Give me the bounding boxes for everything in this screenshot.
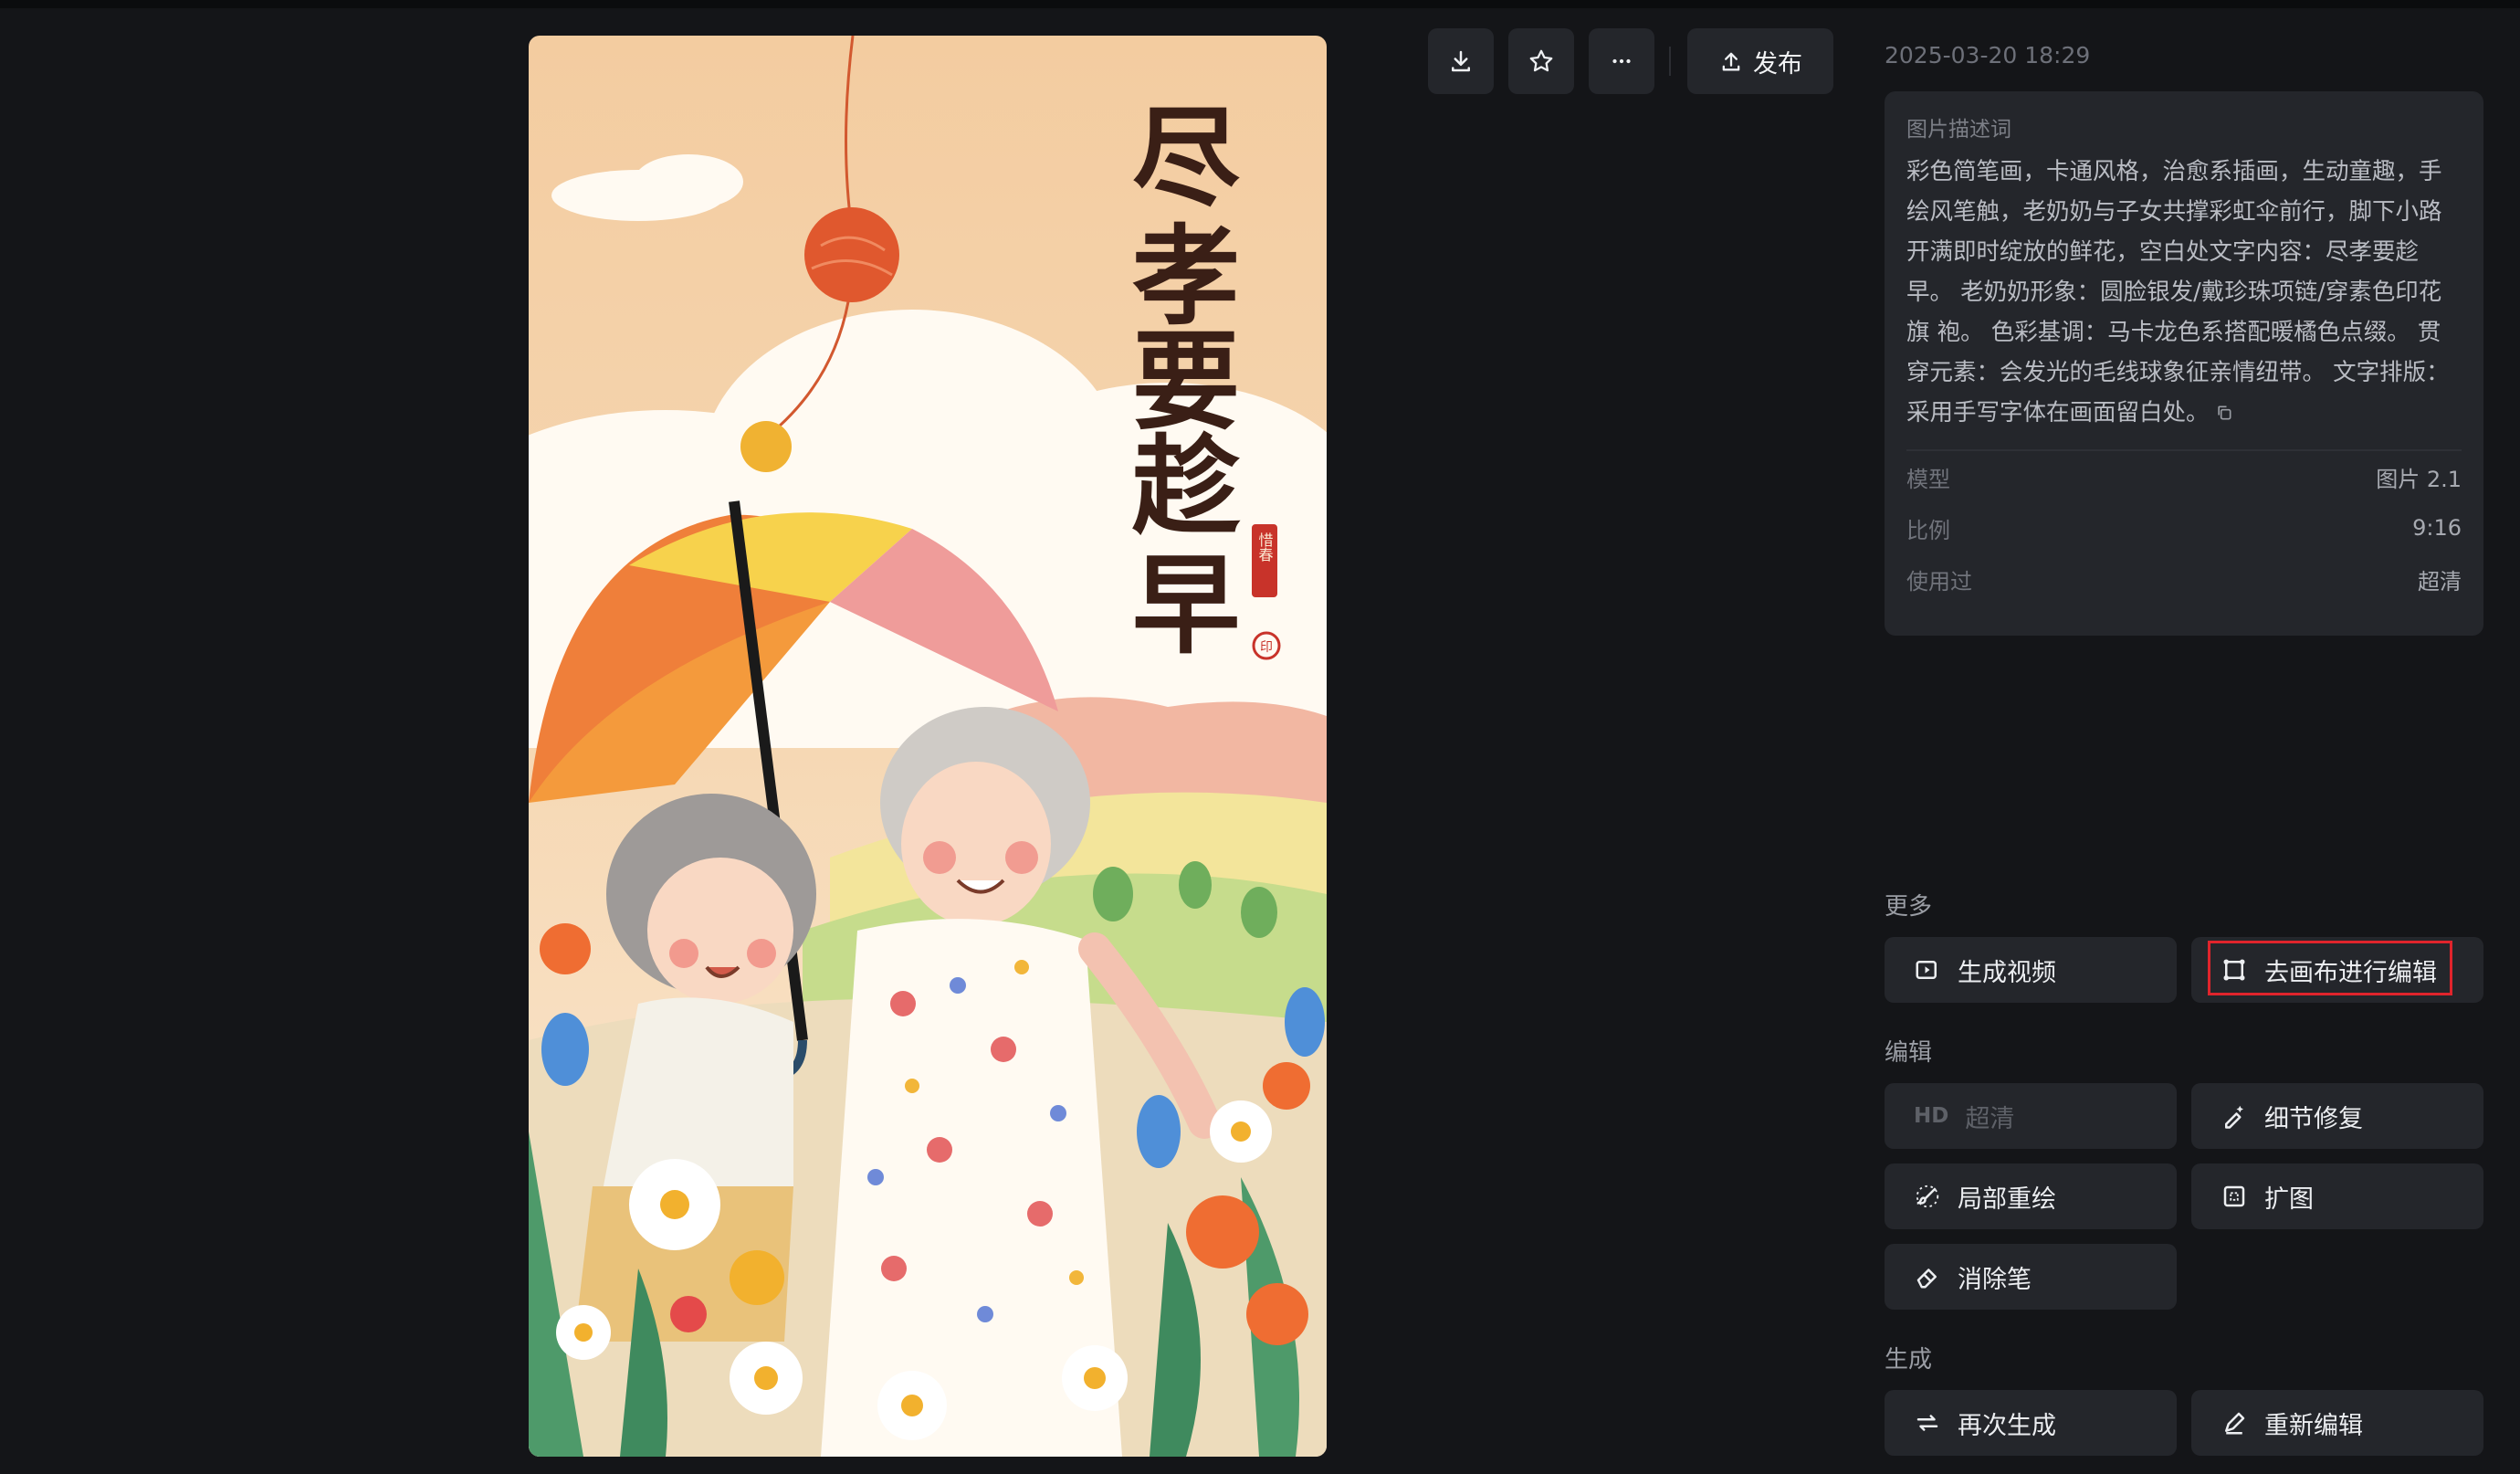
inpaint-label: 局部重绘 — [1958, 1184, 2056, 1214]
eraser-button[interactable]: 消除笔 — [1885, 1244, 2177, 1310]
description-body: 彩色简笔画，卡通风格，治愈系插画，生动童趣，手绘风笔触，老奶奶与子女共撑彩虹伞前… — [1906, 158, 2450, 426]
meta-value: 超清 — [2418, 568, 2462, 595]
calligraphy-char-1: 尽 — [1132, 94, 1240, 221]
meta-key: 比例 — [1906, 517, 1950, 543]
meta-value: 图片 2.1 — [2376, 466, 2462, 492]
small-seal-text: 印 — [1260, 640, 1273, 655]
timestamp: 2025-03-20 18:29 — [1885, 42, 2091, 68]
outpaint-label: 扩图 — [2264, 1184, 2314, 1214]
description-text[interactable]: 彩色简笔画，卡通风格，治愈系插画，生动童趣，手绘风笔触，老奶奶与子女共撑彩虹伞前… — [1906, 152, 2462, 433]
download-icon — [1452, 50, 1470, 72]
regenerate-label: 再次生成 — [1958, 1411, 2056, 1440]
description-title: 图片描述词 — [1906, 118, 2011, 142]
upscale-label: 超清 — [1965, 1104, 2015, 1133]
favorite-button[interactable] — [1508, 28, 1574, 94]
hd-icon: HD — [1914, 1104, 1949, 1128]
calligraphy-char-4: 趁 — [1132, 423, 1241, 550]
outpaint-button[interactable]: 扩图 — [2191, 1163, 2483, 1229]
generate-video-button[interactable]: 生成视频 — [1885, 937, 2177, 1003]
eraser-icon — [1916, 1269, 1937, 1289]
canvas-icon — [2223, 959, 2245, 981]
seal-text: 惜春 — [1256, 532, 1274, 562]
more-icon — [1612, 58, 1631, 64]
download-button[interactable] — [1428, 28, 1494, 94]
expand-icon — [2223, 1185, 2245, 1207]
meta-row-used: 使用过 超清 — [1906, 553, 2462, 605]
upscale-button[interactable]: HD 超清 — [1885, 1083, 2177, 1149]
section-more: 更多 — [1885, 893, 1933, 921]
repeat-icon — [1916, 1415, 1938, 1431]
window-top-edge — [0, 0, 2520, 8]
calligraphy-char-5: 早 — [1132, 542, 1240, 669]
brush-icon — [1916, 1184, 1939, 1208]
copy-icon[interactable] — [2215, 404, 2233, 422]
publish-label: 发布 — [1753, 49, 1802, 79]
regenerate-button[interactable]: 再次生成 — [1885, 1390, 2177, 1456]
video-icon — [1916, 961, 1937, 979]
more-button[interactable] — [1589, 28, 1654, 94]
detail-fix-button[interactable]: 细节修复 — [2191, 1083, 2483, 1149]
canvas-edit-label: 去画布进行编辑 — [2264, 958, 2437, 987]
pencil-icon — [2225, 1412, 2245, 1435]
toolbar-divider — [1669, 47, 1671, 76]
star-icon — [1529, 49, 1553, 72]
generate-video-label: 生成视频 — [1958, 958, 2056, 987]
yarn-ball-red — [804, 207, 899, 302]
eraser-label: 消除笔 — [1958, 1265, 2032, 1294]
section-generate: 生成 — [1885, 1346, 1933, 1374]
meta-row-model: 模型 图片 2.1 — [1906, 451, 2462, 502]
reedit-button[interactable]: 重新编辑 — [2191, 1390, 2483, 1456]
canvas-edit-button[interactable]: 去画布进行编辑 — [2191, 937, 2483, 1003]
meta-key: 使用过 — [1906, 568, 1972, 595]
illustration: 尽 孝 要 趁 早 惜春 印 — [529, 36, 1327, 1457]
meta-value: 9:16 — [2412, 515, 2462, 541]
meta-row-ratio: 比例 9:16 — [1906, 502, 2462, 553]
generated-image[interactable]: 尽 孝 要 趁 早 惜春 印 — [529, 36, 1327, 1457]
reedit-label: 重新编辑 — [2264, 1411, 2363, 1440]
magic-pen-icon — [2225, 1105, 2243, 1129]
inpaint-button[interactable]: 局部重绘 — [1885, 1163, 2177, 1229]
upload-icon — [1722, 52, 1740, 71]
yarn-ball-yellow — [740, 421, 792, 472]
section-edit: 编辑 — [1885, 1039, 1933, 1067]
info-card: 图片描述词 彩色简笔画，卡通风格，治愈系插画，生动童趣，手绘风笔触，老奶奶与子女… — [1885, 91, 2483, 636]
meta-key: 模型 — [1906, 466, 1950, 492]
publish-button[interactable]: 发布 — [1687, 28, 1833, 94]
detail-fix-label: 细节修复 — [2264, 1104, 2363, 1133]
